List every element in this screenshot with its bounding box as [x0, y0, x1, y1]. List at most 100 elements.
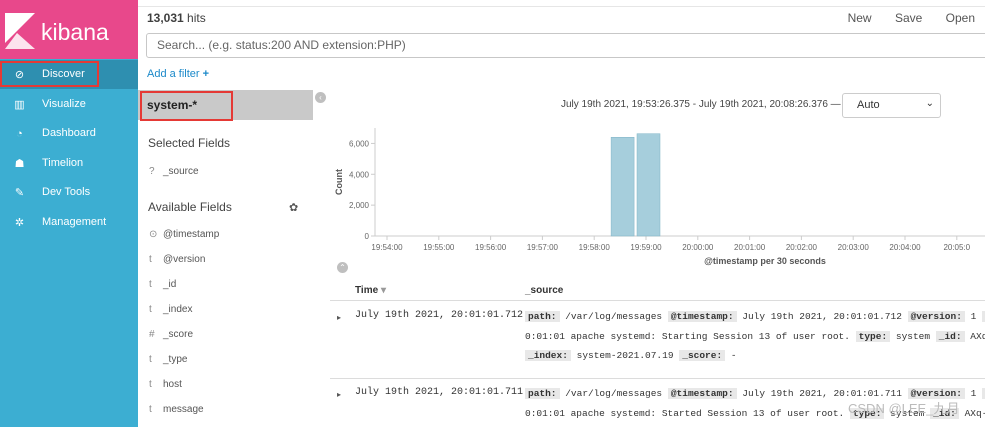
open-button[interactable]: Open: [946, 11, 975, 25]
row-divider: [330, 378, 985, 379]
search-input[interactable]: Search... (e.g. status:200 AND extension…: [146, 33, 985, 58]
row-timestamp: July 19th 2021, 20:01:01.712: [355, 310, 524, 321]
source-field-value: 1: [964, 388, 983, 399]
hits-count: 13,031 hits: [147, 11, 206, 25]
nav-item-dashboard[interactable]: ◔ Dashboard: [0, 119, 138, 148]
source-field-value: system: [890, 331, 936, 342]
timelion-icon: ☗: [14, 157, 25, 170]
plus-icon: +: [202, 68, 210, 80]
kibana-app: kibana ⊘ Discover ▥ Visualize ◔ Dashboard ☗ Tim…: [0, 0, 985, 427]
collapse-sidebar-icon[interactable]: ‹: [315, 92, 326, 103]
collapse-chart-icon[interactable]: ⌃: [337, 262, 348, 273]
highlight-index-pattern: [140, 91, 233, 121]
nav-item-management[interactable]: ✲ Management: [0, 208, 138, 237]
gear-icon: ✲: [14, 217, 25, 229]
source-field-value: /var/log/messages: [559, 388, 668, 399]
field-name: @timestamp: [163, 229, 220, 240]
header-divider: [330, 300, 985, 301]
field-item-version[interactable]: t @version: [149, 254, 205, 265]
add-filter-link[interactable]: Add a filter +: [147, 68, 209, 80]
source-field-value: /var/log/messages: [559, 311, 668, 322]
field-name: @version: [163, 254, 206, 265]
field-type-icon: t: [149, 254, 152, 265]
field-item-timestamp[interactable]: ⊙ @timestamp: [149, 229, 219, 240]
nav-item-dev-tools[interactable]: ✎ Dev Tools: [0, 178, 138, 207]
source-text: 0:01:01 apache systemd: Started Session …: [525, 408, 850, 419]
field-name: _id: [163, 279, 177, 290]
y-tick-label: 6,000: [349, 139, 370, 148]
field-item-message[interactable]: t message: [149, 404, 204, 415]
source-field-value: 1: [964, 311, 983, 322]
top-actions: New Save Open: [828, 11, 975, 25]
nav-item-label: Visualize: [42, 97, 86, 110]
highlight-discover: [0, 61, 99, 87]
kibana-logo[interactable]: kibana: [0, 0, 138, 59]
y-tick-label: 0: [365, 232, 370, 241]
time-range-label: July 19th 2021, 19:53:26.375 - July 19th…: [561, 99, 841, 110]
field-name: _index: [163, 304, 193, 315]
dashboard-icon: ◔: [16, 127, 23, 140]
x-tick-label: 20:05:0: [943, 243, 970, 252]
hits-number: 13,031: [147, 11, 184, 25]
field-type-icon: t: [149, 279, 152, 290]
sort-down-icon: ▾: [380, 285, 386, 296]
histogram-bar: [636, 133, 661, 237]
expand-row-icon[interactable]: ▸: [337, 390, 341, 399]
interval-select[interactable]: Auto ⌄: [842, 93, 941, 118]
nav-item-timelion[interactable]: ☗ Timelion: [0, 149, 138, 178]
source-field-key: type:: [855, 331, 891, 342]
source-field-key: _score:: [679, 350, 726, 361]
histogram-bar: [610, 137, 635, 237]
x-tick-label: 19:59:00: [630, 243, 662, 252]
x-tick-label: 20:04:00: [889, 243, 921, 252]
time-column-header[interactable]: Time ▾: [355, 285, 386, 296]
x-axis-label: @timestamp per 30 seconds: [704, 256, 826, 266]
source-field-value: system-2021.07.19: [570, 350, 680, 361]
source-field-key: @version:: [907, 311, 965, 322]
bar-chart-icon: ▥: [14, 98, 25, 111]
field-item-host[interactable]: t host: [149, 379, 182, 390]
field-item-source[interactable]: ? _source: [149, 166, 199, 177]
source-field-value: July 19th 2021, 20:01:01.712: [736, 311, 908, 322]
y-axis-label: Count: [334, 169, 344, 195]
watermark: CSDN @LEE_九月: [848, 401, 960, 416]
kibana-logo-icon: [5, 13, 35, 49]
x-tick-label: 19:55:00: [423, 243, 455, 252]
x-tick-label: 19:56:00: [475, 243, 507, 252]
available-fields-heading: Available Fields: [148, 200, 232, 214]
time-header-label: Time: [355, 285, 379, 296]
field-type-icon: ⊙: [149, 229, 158, 240]
new-button[interactable]: New: [848, 11, 872, 25]
source-column-header: _source: [525, 285, 564, 296]
source-field-key: @timestamp:: [667, 311, 737, 322]
nav-item-label: Dashboard: [42, 127, 96, 140]
field-item-score[interactable]: # _score: [149, 329, 193, 340]
field-item-index[interactable]: t _index: [149, 304, 192, 315]
field-name: _source: [163, 166, 199, 177]
x-tick-label: 19:54:00: [371, 243, 403, 252]
expand-row-icon[interactable]: ▸: [337, 313, 341, 322]
selected-fields-heading: Selected Fields: [148, 136, 231, 150]
nav-item-visualize[interactable]: ▥ Visualize: [0, 90, 138, 119]
source-field-key: _index:: [525, 350, 571, 361]
field-item-type[interactable]: t _type: [149, 354, 187, 365]
source-field-key: path:: [525, 388, 560, 399]
field-settings-gear-icon[interactable]: ✿: [289, 201, 298, 214]
source-line: 0:01:01 apache systemd: Starting Session…: [525, 331, 985, 342]
field-name: _score: [163, 329, 194, 340]
field-type-icon: t: [149, 404, 152, 415]
x-tick-label: 20:00:00: [682, 243, 714, 252]
source-field-value: AXq-: [970, 331, 985, 342]
field-type-icon: t: [149, 354, 152, 365]
field-name: _type: [163, 354, 188, 365]
x-tick-label: 19:57:00: [527, 243, 559, 252]
field-type-icon: t: [149, 304, 152, 315]
brand-name: kibana: [41, 19, 109, 45]
x-tick-label: 20:03:00: [838, 243, 870, 252]
row-timestamp: July 19th 2021, 20:01:01.711: [355, 387, 524, 398]
add-filter-label: Add a filter: [147, 68, 200, 80]
field-name: host: [163, 379, 182, 390]
save-button[interactable]: Save: [895, 11, 922, 25]
field-item-id[interactable]: t _id: [149, 279, 176, 290]
source-text: 0:01:01 apache systemd: Starting Session…: [525, 331, 856, 342]
